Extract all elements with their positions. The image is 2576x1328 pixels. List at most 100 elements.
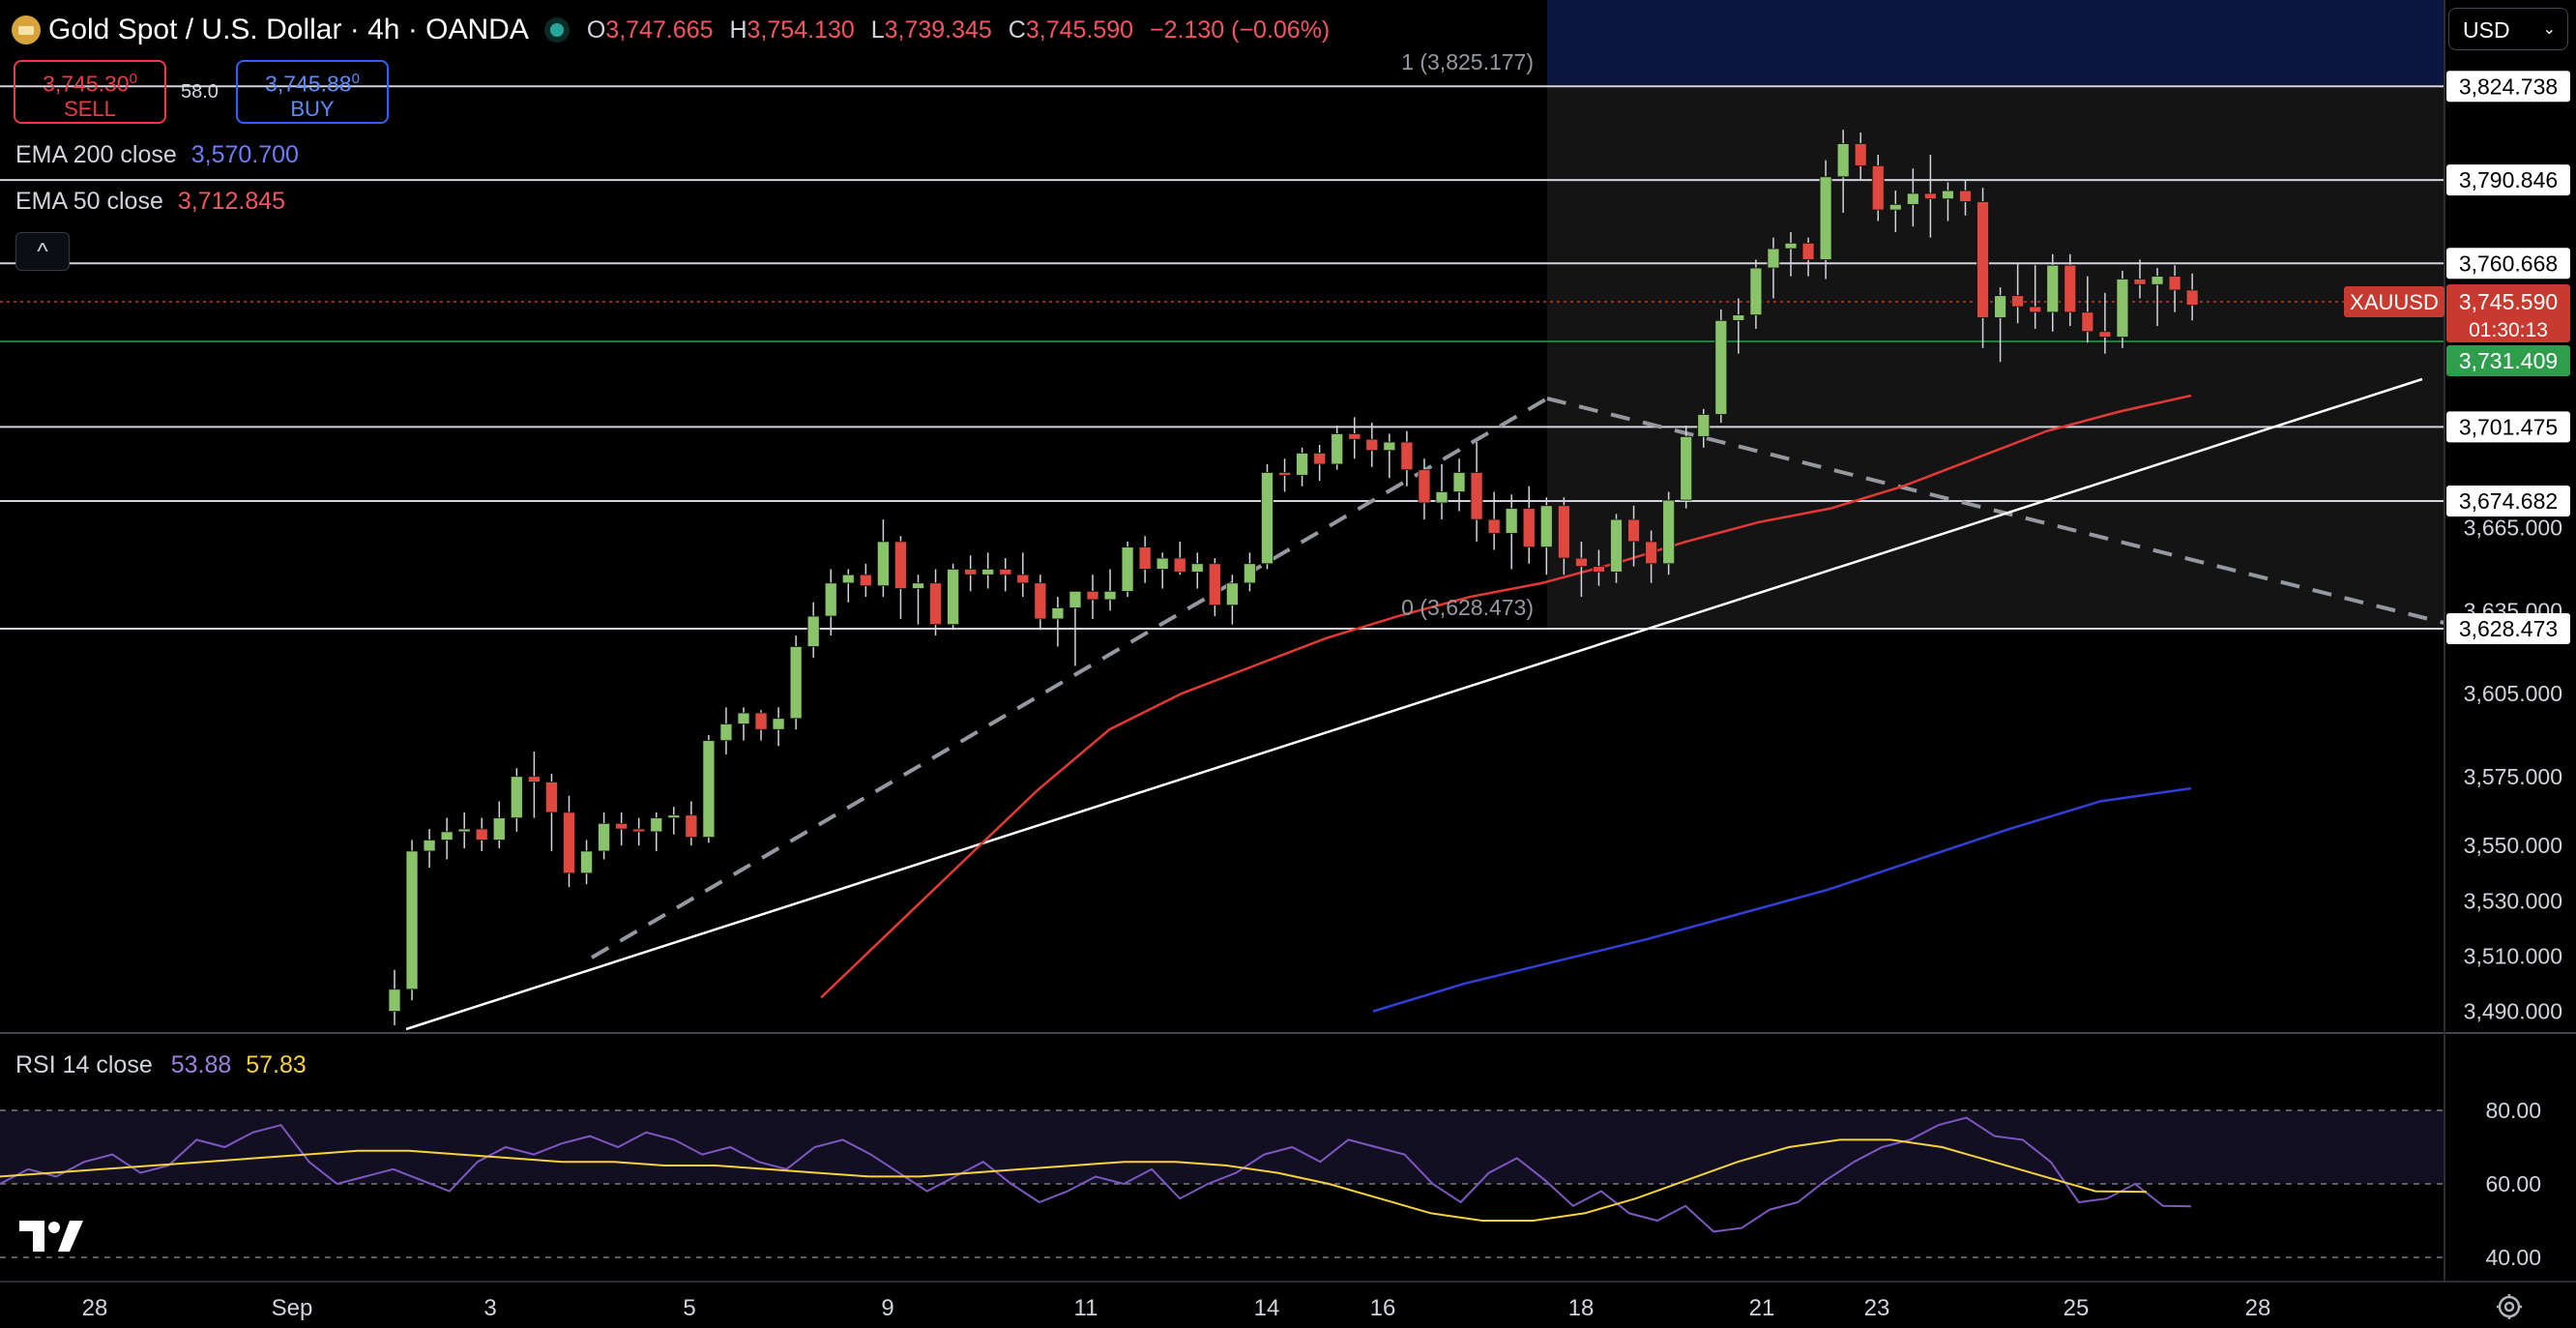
candle-body bbox=[2168, 276, 2181, 291]
collapse-indicators-button[interactable]: ^ bbox=[15, 232, 70, 271]
settings-gear-icon[interactable] bbox=[2495, 1292, 2524, 1321]
candle bbox=[981, 552, 995, 589]
candle bbox=[772, 707, 785, 747]
support-trendline[interactable] bbox=[405, 377, 2423, 1031]
symbol-legend[interactable]: Gold Spot / U.S. Dollar · 4h · OANDA O3,… bbox=[12, 14, 1330, 46]
candle-body bbox=[806, 615, 820, 647]
rsi-band bbox=[0, 1110, 2444, 1184]
candle-body bbox=[1854, 143, 1867, 166]
price-tick-label: 3,490.000 bbox=[2464, 999, 2562, 1024]
candle-body bbox=[2011, 295, 2025, 308]
ema50-legend[interactable]: EMA 50 close 3,712.845 bbox=[15, 188, 285, 216]
candle bbox=[2116, 270, 2129, 348]
price-tick-label: 3,550.000 bbox=[2464, 833, 2562, 858]
candle-body bbox=[2133, 279, 2147, 285]
price-chart[interactable]: 3,665.0003,635.0003,605.0003,575.0003,55… bbox=[0, 0, 2576, 1328]
candle-body bbox=[1662, 499, 1676, 565]
time-axis[interactable]: 28 Sep 3 5 9 11 14 16 18 21 23 25 28 bbox=[82, 1295, 2271, 1321]
candle bbox=[1156, 552, 1169, 589]
time-tick-label: 3 bbox=[483, 1295, 496, 1321]
candle-body bbox=[405, 850, 419, 990]
candle-body bbox=[1627, 518, 1640, 543]
candle-body bbox=[528, 776, 541, 782]
candle-body bbox=[1714, 319, 1728, 415]
candle-body bbox=[1610, 518, 1623, 573]
candle-body bbox=[1156, 557, 1169, 570]
currency-selector[interactable]: USD ⌄ bbox=[2448, 8, 2568, 50]
candle-body bbox=[1505, 508, 1518, 534]
candle bbox=[1383, 433, 1396, 479]
candle bbox=[1226, 575, 1239, 625]
candle bbox=[806, 602, 820, 658]
ema200-legend[interactable]: EMA 200 close 3,570.700 bbox=[15, 141, 299, 169]
candle bbox=[1051, 597, 1065, 647]
time-tick-label: 28 bbox=[2245, 1295, 2271, 1321]
level-tag-label: 3,674.682 bbox=[2459, 488, 2558, 514]
rsi-ma-value: 57.83 bbox=[246, 1051, 307, 1078]
candle bbox=[457, 812, 471, 849]
candle-body bbox=[388, 989, 401, 1013]
ema200-value: 3,570.700 bbox=[190, 141, 299, 168]
candle-body bbox=[1208, 563, 1221, 606]
time-tick-label: Sep bbox=[272, 1295, 313, 1321]
candle bbox=[894, 536, 907, 619]
candle bbox=[1662, 491, 1676, 575]
candle-body bbox=[719, 723, 733, 742]
buy-button[interactable]: 3,745.880 BUY bbox=[236, 60, 389, 124]
dashed-trendline-1[interactable] bbox=[590, 397, 1549, 959]
candle bbox=[388, 969, 401, 1025]
close-value: 3,745.590 bbox=[1025, 15, 1134, 44]
candle bbox=[1400, 430, 1414, 487]
candle bbox=[1435, 463, 1449, 520]
candle bbox=[947, 563, 959, 631]
candle-body bbox=[1383, 441, 1396, 452]
symbol-title[interactable]: Gold Spot / U.S. Dollar · 4h · OANDA bbox=[48, 14, 529, 46]
candle bbox=[1522, 486, 1536, 564]
candle-body bbox=[632, 828, 646, 833]
candle-body bbox=[1645, 541, 1657, 565]
candle-body bbox=[912, 582, 924, 589]
candle bbox=[1086, 575, 1099, 619]
candle bbox=[1173, 541, 1186, 575]
candle-body bbox=[545, 782, 558, 813]
candle bbox=[405, 840, 419, 1001]
candle bbox=[1190, 552, 1204, 589]
candle-body bbox=[1593, 566, 1605, 573]
candle-body bbox=[824, 582, 837, 617]
candle-body bbox=[1121, 546, 1134, 592]
tradingview-logo-icon[interactable] bbox=[19, 1221, 83, 1252]
candle bbox=[667, 807, 681, 835]
sell-price: 3,745.300 bbox=[43, 71, 137, 97]
candle-body bbox=[1749, 267, 1763, 316]
low-label: L bbox=[870, 15, 885, 44]
rsi-tick-label: 40.00 bbox=[2485, 1245, 2541, 1270]
candle-body bbox=[1034, 582, 1047, 620]
candle bbox=[1452, 458, 1466, 512]
candle bbox=[510, 768, 523, 832]
sell-button[interactable]: 3,745.300 SELL bbox=[14, 60, 166, 124]
candle-body bbox=[1173, 557, 1186, 573]
candle bbox=[1365, 423, 1379, 467]
time-tick-label: 21 bbox=[1749, 1295, 1775, 1321]
fib-retracement-box[interactable] bbox=[1547, 85, 2444, 629]
candle-body bbox=[1051, 607, 1065, 620]
rsi-tick-label: 80.00 bbox=[2485, 1098, 2541, 1123]
time-tick-label: 5 bbox=[683, 1295, 695, 1321]
candle bbox=[1138, 536, 1152, 583]
candle-body bbox=[981, 569, 995, 575]
high-label: H bbox=[729, 15, 747, 44]
candle-body bbox=[1942, 190, 1954, 200]
candle bbox=[877, 519, 890, 598]
time-tick-label: 25 bbox=[2064, 1295, 2090, 1321]
candle-body bbox=[685, 814, 698, 839]
candle bbox=[1470, 442, 1483, 542]
fib-level-1-label: 1 (3,825.177) bbox=[1401, 49, 1534, 74]
candle-body bbox=[1068, 590, 1082, 608]
candle bbox=[1348, 417, 1361, 459]
candle bbox=[1714, 309, 1728, 424]
candle bbox=[528, 752, 541, 818]
rsi-axis[interactable]: 80.00 60.00 40.00 bbox=[2485, 1098, 2541, 1270]
rsi-legend[interactable]: RSI 14 close 53.88 57.83 bbox=[15, 1051, 307, 1079]
candle-body bbox=[1906, 192, 1919, 205]
ema200-path bbox=[1372, 786, 2192, 1013]
